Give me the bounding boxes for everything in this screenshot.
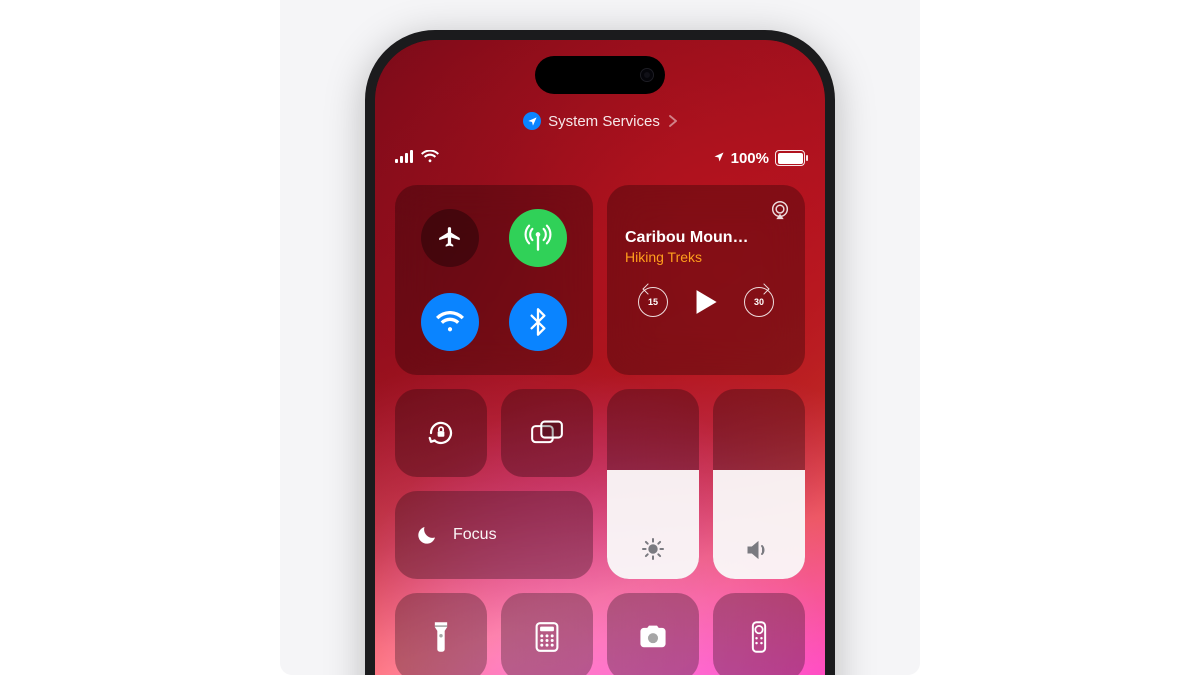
page-canvas: System Services (0, 0, 1200, 675)
play-icon (694, 289, 718, 315)
moon-icon (415, 523, 439, 547)
location-arrow-status-icon (713, 150, 725, 167)
brightness-slider[interactable] (607, 389, 699, 579)
media-source-label: Hiking Treks (625, 249, 787, 265)
wifi-icon (436, 311, 464, 333)
location-services-row[interactable]: System Services (375, 112, 825, 131)
calculator-button[interactable] (501, 593, 593, 675)
flashlight-icon (432, 621, 450, 653)
airplane-mode-toggle[interactable] (421, 209, 479, 267)
location-services-label: System Services (548, 113, 660, 130)
connectivity-platter[interactable] (395, 185, 593, 375)
control-center-grid: Caribou Moun… Hiking Treks 15 30 (395, 185, 805, 675)
apple-tv-remote-button[interactable] (713, 593, 805, 675)
camera-icon (637, 624, 669, 650)
volume-icon (746, 539, 772, 561)
bluetooth-icon (530, 308, 546, 336)
screen-mirroring-icon (531, 420, 563, 446)
focus-button[interactable]: Focus (395, 491, 593, 579)
cellular-signal-icon (395, 150, 415, 167)
product-panel: System Services (280, 0, 920, 675)
brightness-icon (641, 537, 665, 561)
skip-back-button[interactable]: 15 (638, 287, 668, 317)
volume-slider[interactable] (713, 389, 805, 579)
wifi-toggle[interactable] (421, 293, 479, 351)
screen-mirroring-button[interactable] (501, 389, 593, 477)
dynamic-island (535, 56, 665, 94)
focus-label: Focus (453, 526, 497, 544)
control-center-screen: System Services (375, 40, 825, 675)
battery-icon (775, 150, 805, 166)
cellular-data-toggle[interactable] (509, 209, 567, 267)
play-button[interactable] (694, 289, 718, 315)
skip-forward-button[interactable]: 30 (744, 287, 774, 317)
status-bar: 100% (395, 148, 805, 168)
wifi-status-icon (421, 150, 439, 167)
battery-percent: 100% (731, 150, 769, 167)
remote-icon (751, 621, 767, 653)
antenna-icon (524, 224, 552, 252)
airplay-icon[interactable] (769, 199, 791, 221)
camera-button[interactable] (607, 593, 699, 675)
media-track-title: Caribou Moun… (625, 229, 787, 247)
now-playing-platter[interactable]: Caribou Moun… Hiking Treks 15 30 (607, 185, 805, 375)
orientation-lock-toggle[interactable] (395, 389, 487, 477)
iphone-frame: System Services (365, 30, 835, 675)
flashlight-button[interactable] (395, 593, 487, 675)
airplane-icon (437, 225, 463, 251)
location-arrow-icon (523, 112, 541, 130)
orientation-lock-icon (426, 418, 456, 448)
calculator-icon (535, 622, 559, 652)
bluetooth-toggle[interactable] (509, 293, 567, 351)
chevron-right-icon (669, 115, 677, 127)
